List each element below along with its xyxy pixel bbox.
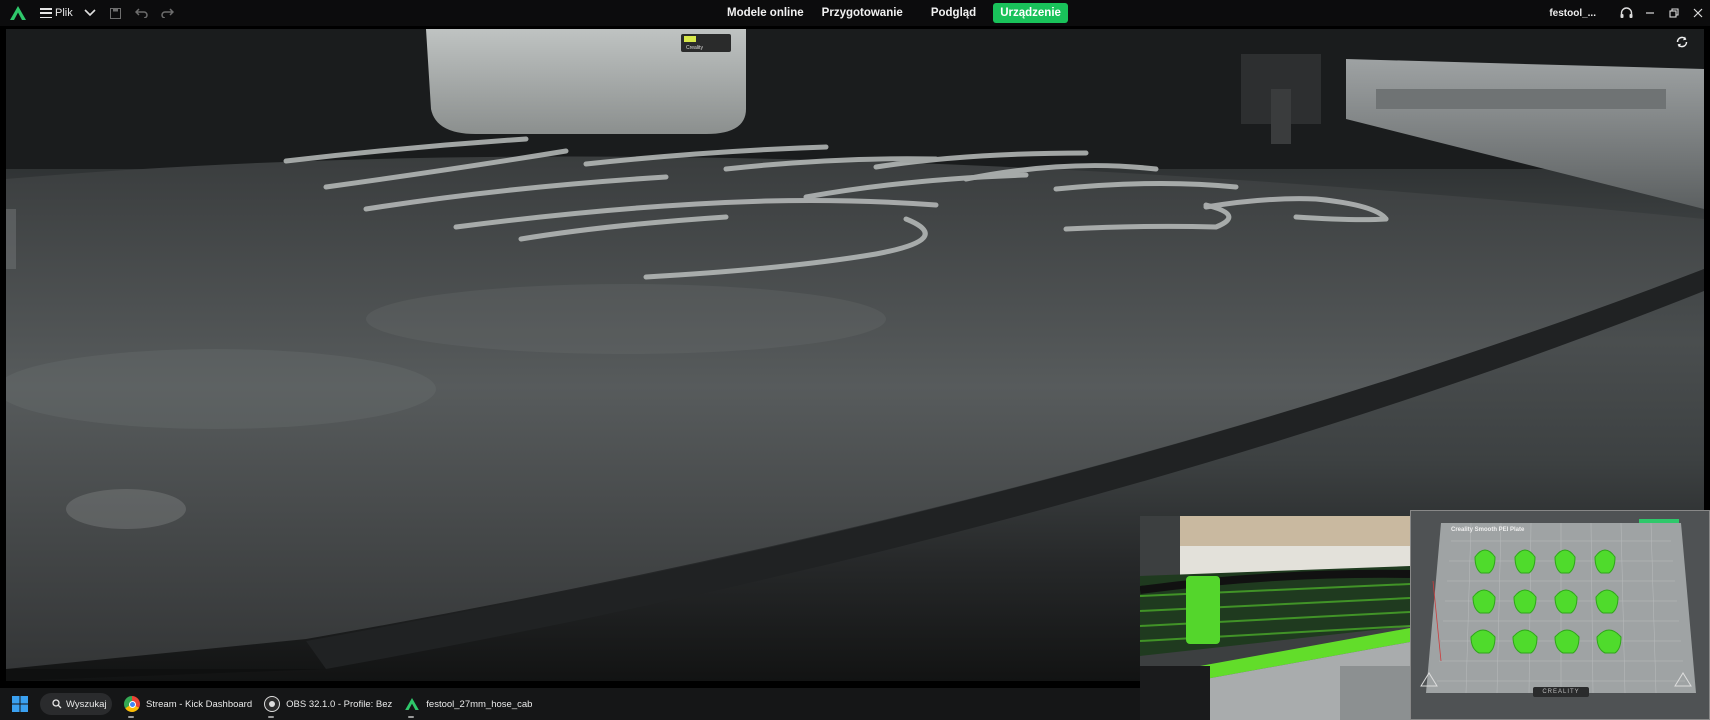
- creality-print-logo-icon: [0, 0, 36, 26]
- taskbar-item-creality-print[interactable]: festool_27mm_hose_cab: [398, 688, 538, 720]
- taskbar-item-label: Stream - Kick Dashboard: [146, 698, 253, 710]
- tab-prepare[interactable]: Przygotowanie: [815, 3, 910, 23]
- taskbar-item-label: festool_27mm_hose_cab: [426, 698, 533, 710]
- plate-label: Creality Smooth PEI Plate: [1451, 527, 1525, 533]
- webcam-overlay: [1140, 516, 1410, 720]
- hamburger-menu-icon: [40, 8, 52, 18]
- minimize-icon[interactable]: [1638, 0, 1662, 26]
- windows-logo-icon: [12, 696, 28, 712]
- creality-print-icon: [404, 696, 420, 712]
- redo-icon[interactable]: [159, 4, 177, 22]
- taskbar-item-label: OBS 32.1.0 - Profile: Bez: [286, 698, 393, 710]
- restore-icon[interactable]: [1662, 0, 1686, 26]
- tab-online-models[interactable]: Modele online: [720, 3, 811, 23]
- undo-icon[interactable]: [133, 4, 151, 22]
- main-tabs: Modele online Przygotowanie Podgląd Urzą…: [720, 2, 1068, 24]
- chrome-icon: [124, 696, 140, 712]
- file-menu-button[interactable]: Plik: [40, 7, 73, 19]
- refresh-icon[interactable]: [1674, 35, 1690, 51]
- taskbar-item-browser[interactable]: Stream - Kick Dashboard: [118, 688, 258, 720]
- project-name: festool_...: [1549, 7, 1596, 19]
- obs-icon: [264, 696, 281, 712]
- tab-device[interactable]: Urządzenie: [993, 3, 1068, 23]
- file-menu-label: Plik: [55, 7, 73, 19]
- toolhead-label: Creality: [686, 45, 703, 51]
- search-icon: [52, 699, 62, 709]
- webcam-image: [1140, 516, 1410, 720]
- title-bar: Plik Modele online Przygotowanie Podgląd…: [0, 0, 1710, 26]
- save-icon[interactable]: [107, 4, 125, 22]
- tab-preview[interactable]: Podgląd: [924, 3, 983, 23]
- slicer-overlay: Creality Smooth PEI Plate CREALITY: [1410, 510, 1710, 720]
- taskbar-search-button[interactable]: Wyszukaj: [40, 693, 112, 715]
- taskbar-item-obs[interactable]: OBS 32.1.0 - Profile: Bez: [258, 688, 398, 720]
- windows-taskbar: Wyszukaj Stream - Kick Dashboard OBS 32.…: [0, 688, 1140, 720]
- headset-icon[interactable]: [1614, 0, 1638, 26]
- chevron-down-icon[interactable]: [81, 4, 99, 22]
- search-label: Wyszukaj: [66, 698, 107, 710]
- start-button[interactable]: [0, 688, 40, 720]
- close-icon[interactable]: [1686, 0, 1710, 26]
- creality-brand-logo: CREALITY: [1533, 687, 1589, 697]
